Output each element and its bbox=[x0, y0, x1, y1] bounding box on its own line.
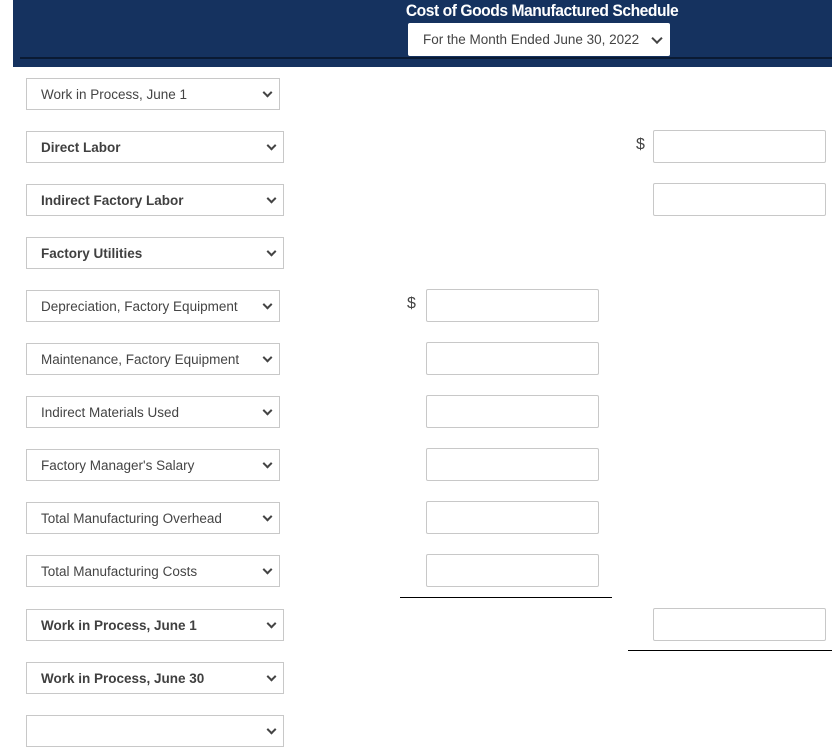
amount-input-total-manufacturing-costs[interactable] bbox=[426, 554, 599, 587]
amount-input-maintenance[interactable] bbox=[426, 342, 599, 375]
row-select-6[interactable]: Indirect Materials Used bbox=[26, 396, 280, 428]
chevron-down-icon bbox=[266, 246, 277, 257]
row-select-value: Indirect Materials Used bbox=[41, 404, 180, 420]
chevron-down-icon bbox=[651, 32, 663, 44]
chevron-down-icon bbox=[262, 299, 273, 310]
row-select-3[interactable]: Factory Utilities bbox=[26, 237, 284, 269]
chevron-down-icon bbox=[266, 193, 277, 204]
chevron-down-icon bbox=[266, 671, 277, 682]
row-select-4[interactable]: Depreciation, Factory Equipment bbox=[26, 290, 280, 322]
chevron-down-icon bbox=[266, 724, 277, 735]
header-divider bbox=[20, 57, 832, 59]
period-select[interactable]: For the Month Ended June 30, 2022 bbox=[408, 23, 670, 56]
row-select-value: Direct Labor bbox=[41, 139, 121, 155]
row-select-12[interactable] bbox=[26, 715, 284, 747]
row-select-value: Indirect Factory Labor bbox=[41, 192, 184, 208]
row-select-9[interactable]: Total Manufacturing Costs bbox=[26, 555, 280, 587]
row-select-value: Factory Manager's Salary bbox=[41, 457, 195, 473]
chevron-down-icon bbox=[262, 352, 273, 363]
chevron-down-icon bbox=[262, 87, 273, 98]
row-select-value: Total Manufacturing Overhead bbox=[41, 510, 222, 526]
page-title: Cost of Goods Manufactured Schedule bbox=[13, 0, 832, 22]
period-select-value: For the Month Ended June 30, 2022 bbox=[423, 32, 640, 47]
amount-input-indirect-labor[interactable] bbox=[653, 183, 826, 216]
row-select-value: Work in Process, June 1 bbox=[41, 617, 197, 633]
total-rule bbox=[628, 650, 832, 651]
chevron-down-icon bbox=[262, 564, 273, 575]
amount-input-total-overhead[interactable] bbox=[426, 501, 599, 534]
row-select-value: Total Manufacturing Costs bbox=[41, 563, 198, 579]
row-select-8[interactable]: Total Manufacturing Overhead bbox=[26, 502, 280, 534]
row-select-1[interactable]: Direct Labor bbox=[26, 131, 284, 163]
amount-input-wip-june1[interactable] bbox=[653, 608, 826, 641]
dollar-sign: $ bbox=[636, 136, 645, 153]
amount-input-depreciation[interactable] bbox=[426, 289, 599, 322]
schedule-header: Cost of Goods Manufactured Schedule For … bbox=[13, 0, 832, 67]
row-select-5[interactable]: Maintenance, Factory Equipment bbox=[26, 343, 280, 375]
row-select-value: Work in Process, June 30 bbox=[41, 670, 205, 686]
amount-input-manager-salary[interactable] bbox=[426, 448, 599, 481]
chevron-down-icon bbox=[262, 405, 273, 416]
chevron-down-icon bbox=[266, 618, 277, 629]
row-select-value: Depreciation, Factory Equipment bbox=[41, 298, 238, 314]
dollar-sign: $ bbox=[407, 295, 416, 312]
row-select-value: Maintenance, Factory Equipment bbox=[41, 351, 240, 367]
row-select-value: Factory Utilities bbox=[41, 245, 143, 261]
chevron-down-icon bbox=[262, 458, 273, 469]
row-select-0[interactable]: Work in Process, June 1 bbox=[26, 78, 280, 110]
subtotal-rule bbox=[400, 597, 612, 598]
row-select-10[interactable]: Work in Process, June 1 bbox=[26, 609, 284, 641]
row-select-7[interactable]: Factory Manager's Salary bbox=[26, 449, 280, 481]
amount-input-direct-labor[interactable] bbox=[653, 130, 826, 163]
row-select-2[interactable]: Indirect Factory Labor bbox=[26, 184, 284, 216]
chevron-down-icon bbox=[262, 511, 273, 522]
amount-input-indirect-materials[interactable] bbox=[426, 395, 599, 428]
row-select-11[interactable]: Work in Process, June 30 bbox=[26, 662, 284, 694]
chevron-down-icon bbox=[266, 140, 277, 151]
row-select-value: Work in Process, June 1 bbox=[41, 86, 188, 102]
title-text: Cost of Goods Manufactured Schedule bbox=[406, 1, 679, 20]
